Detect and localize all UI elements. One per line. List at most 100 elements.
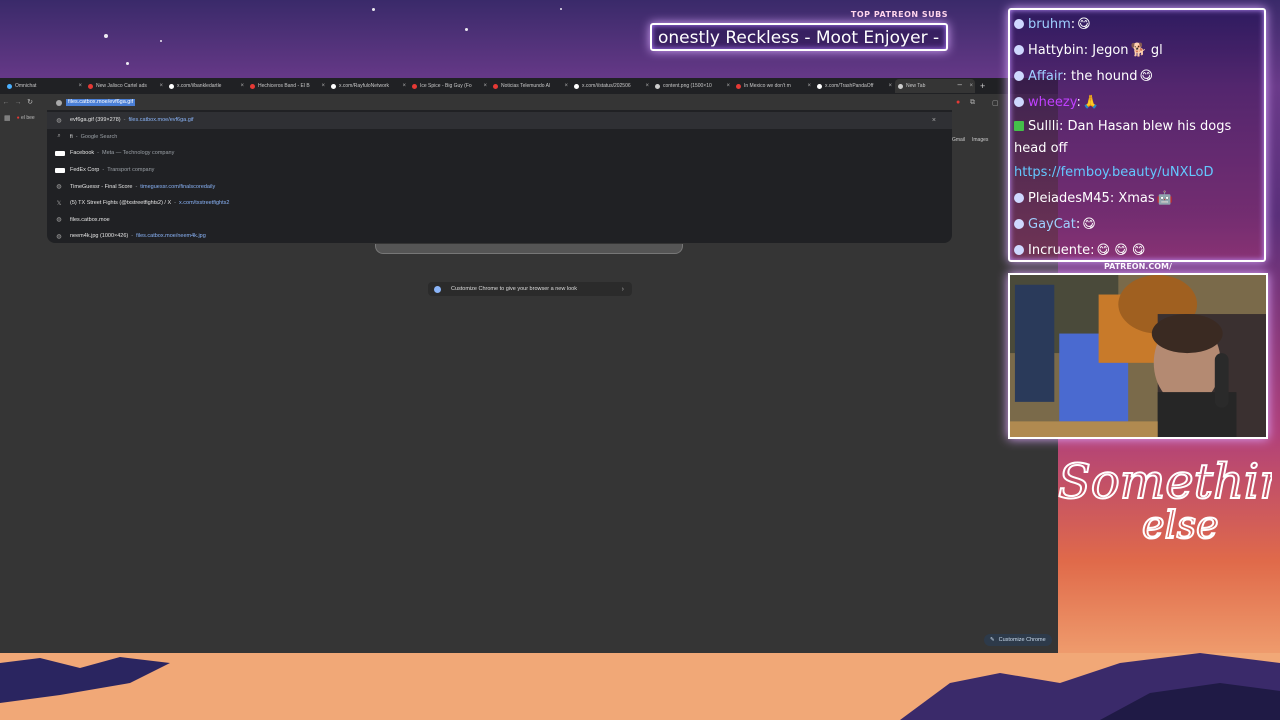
suggestion-title: fi — [70, 133, 73, 140]
tab-title: Hechiceros Band - El B — [258, 83, 310, 89]
tab-favicon-icon — [7, 83, 12, 89]
chat-username: Incruente — [1028, 243, 1091, 258]
tab-close-icon[interactable]: × — [726, 83, 730, 89]
omnibox-suggestion[interactable]: Facebook - Meta — Technology company — [47, 145, 952, 162]
chevron-right-icon: › — [621, 285, 624, 293]
tab-close-icon[interactable]: × — [807, 83, 811, 89]
fedex-icon — [55, 167, 65, 173]
tab-strip: Omnichat × New Jalisco Cartel ads × x.com/i/… — [0, 78, 1058, 94]
tab-close-icon[interactable]: × — [240, 83, 244, 89]
chat-emote: 🤖 — [1156, 191, 1173, 206]
tab-close-icon[interactable]: × — [564, 83, 568, 89]
browser-tab[interactable]: x.com/TrashPandaOff × — [814, 79, 894, 93]
suggestion-separator: - — [75, 133, 78, 140]
suggestion-title: files.catbox.moe — [70, 216, 110, 223]
omnibox-suggestion[interactable]: 𝕏 (5) TX Street Fights (@txstreetfights2)… — [47, 195, 952, 212]
gmail-link[interactable]: Gmail — [952, 137, 965, 143]
chat-emote: 😋 😋 😋 — [1096, 243, 1146, 258]
omnibox-suggestion[interactable]: ◍ evf6ga.gif (399×278) - files.catbox.moe/e… — [47, 112, 952, 129]
extension-icon[interactable]: ● — [956, 99, 960, 106]
back-icon[interactable]: ← — [0, 99, 12, 106]
chat-message: Hattybin: Jegon 🐕 gl — [1014, 38, 1260, 64]
signature-line1: Something — [1058, 454, 1272, 510]
remove-suggestion-icon[interactable]: × — [932, 117, 936, 124]
omnibox-suggestion[interactable]: FedEx Corp - Transport company — [47, 162, 952, 179]
browser-tab[interactable]: content.png (1500×10 × — [652, 79, 732, 93]
tab-close-icon[interactable]: × — [969, 83, 973, 89]
webcam-scene — [1010, 275, 1266, 437]
customize-chrome-label: Customize Chrome — [998, 637, 1046, 643]
tab-title: content.png (1500×10 — [663, 83, 712, 89]
browser-tab[interactable]: New Jalisco Cartel ads × — [85, 79, 165, 93]
browser-tab[interactable]: New Tab × — [895, 79, 975, 93]
tab-title: Noticias Telemundo Al — [501, 83, 551, 89]
tab-close-icon[interactable]: × — [321, 83, 325, 89]
chat-username: Affair — [1028, 69, 1063, 84]
chat-text: : — [1075, 217, 1081, 232]
webcam-feed — [1008, 273, 1268, 439]
tab-close-icon[interactable]: × — [159, 83, 163, 89]
tab-close-icon[interactable]: × — [888, 83, 892, 89]
chat-text: : Jegon — [1083, 43, 1129, 58]
chat-text: : — [1070, 17, 1076, 32]
ntp-search-box[interactable] — [375, 244, 683, 254]
chat-username: GayCat — [1028, 217, 1076, 232]
tab-title: In Mexico we don't m — [744, 83, 791, 89]
chat-text: : the hound — [1062, 69, 1138, 84]
browser-tab[interactable]: Hechiceros Band - El B × — [247, 79, 327, 93]
omnibox-suggestion[interactable]: ◍ files.catbox.moe — [47, 212, 952, 229]
suggestion-title: Facebook — [70, 150, 95, 157]
browser-tab[interactable]: x.com/i/bankledartle × — [166, 79, 246, 93]
omnibox-suggestion[interactable]: ⌕ fi - Google Search — [47, 129, 952, 146]
tab-close-icon[interactable]: × — [483, 83, 487, 89]
tab-title: x.com/i/bankledartle — [177, 83, 222, 89]
chat-platform-icon — [1014, 45, 1024, 55]
address-bar-value[interactable]: files.catbox.moe/evf6ga.gif — [66, 99, 136, 106]
chat-platform-icon — [1014, 219, 1024, 229]
apps-icon[interactable]: ▦ — [4, 114, 11, 122]
tab-close-icon[interactable]: × — [78, 83, 82, 89]
puzzle-icon[interactable]: ⧉ — [970, 99, 975, 107]
chat-emote: 😋 — [1139, 69, 1154, 84]
tab-favicon-icon — [655, 83, 660, 89]
omnibox-suggestion[interactable]: ◍ TimeGuessr - Final Score - timeguessr.com… — [47, 178, 952, 195]
bookmark-item[interactable]: ● el bee — [17, 115, 35, 121]
landscape-decor — [0, 653, 1280, 720]
customize-chrome-button[interactable]: ✎ Customize Chrome — [984, 634, 1052, 646]
suggestion-separator: - — [123, 117, 126, 124]
facebook-icon — [55, 150, 65, 156]
tab-title: x.com/RayfuloNetwork — [339, 83, 390, 89]
tab-title: x.com/i/status/202506 — [582, 83, 631, 89]
chat-username: PleiadesM45 — [1028, 191, 1110, 206]
new-tab-button[interactable]: + — [980, 81, 985, 91]
reload-icon[interactable]: ↻ — [24, 98, 36, 106]
browser-tab[interactable]: x.com/i/status/202506 × — [571, 79, 651, 93]
browser-tab[interactable]: Noticias Telemundo Al × — [490, 79, 570, 93]
images-link[interactable]: Images — [972, 137, 988, 143]
site-info-icon[interactable] — [56, 99, 62, 106]
customize-chrome-promo[interactable]: Customize Chrome to give your browser a … — [428, 282, 632, 296]
omnibox-suggestion[interactable]: ◍ neem4k.jpg (1000×426) - files.catbox.moe/… — [47, 228, 952, 245]
browser-tab[interactable]: Ice Spice - Big Guy (Fo × — [409, 79, 489, 93]
tab-close-icon[interactable]: × — [645, 83, 649, 89]
browser-tab[interactable]: In Mexico we don't m × — [733, 79, 813, 93]
chat-link[interactable]: https://femboy.beauty/uNXLoD — [1014, 165, 1214, 180]
forward-icon[interactable]: → — [12, 99, 24, 106]
downloads-icon[interactable]: ▢ — [992, 99, 999, 107]
address-bar[interactable]: files.catbox.moe/evf6ga.gif — [56, 97, 952, 108]
star — [126, 62, 129, 65]
customize-promo-text: Customize Chrome to give your browser a … — [451, 286, 577, 292]
chat-text: : Xmas — [1109, 191, 1155, 206]
window-controls[interactable]: – — [958, 80, 962, 89]
suggestion-url: timeguessr.com/finalscoredaily — [140, 183, 216, 190]
browser-tab[interactable]: x.com/RayfuloNetwork × — [328, 79, 408, 93]
star — [372, 8, 375, 11]
tab-favicon-icon — [169, 83, 174, 89]
browser-tab[interactable]: Omnichat × — [4, 79, 84, 93]
suggestion-separator: - — [102, 167, 105, 174]
tab-close-icon[interactable]: × — [402, 83, 406, 89]
chat-platform-icon — [1014, 245, 1024, 255]
tab-title: x.com/TrashPandaOff — [825, 83, 874, 89]
chat-platform-icon — [1014, 71, 1024, 81]
chrome-icon — [434, 285, 441, 293]
